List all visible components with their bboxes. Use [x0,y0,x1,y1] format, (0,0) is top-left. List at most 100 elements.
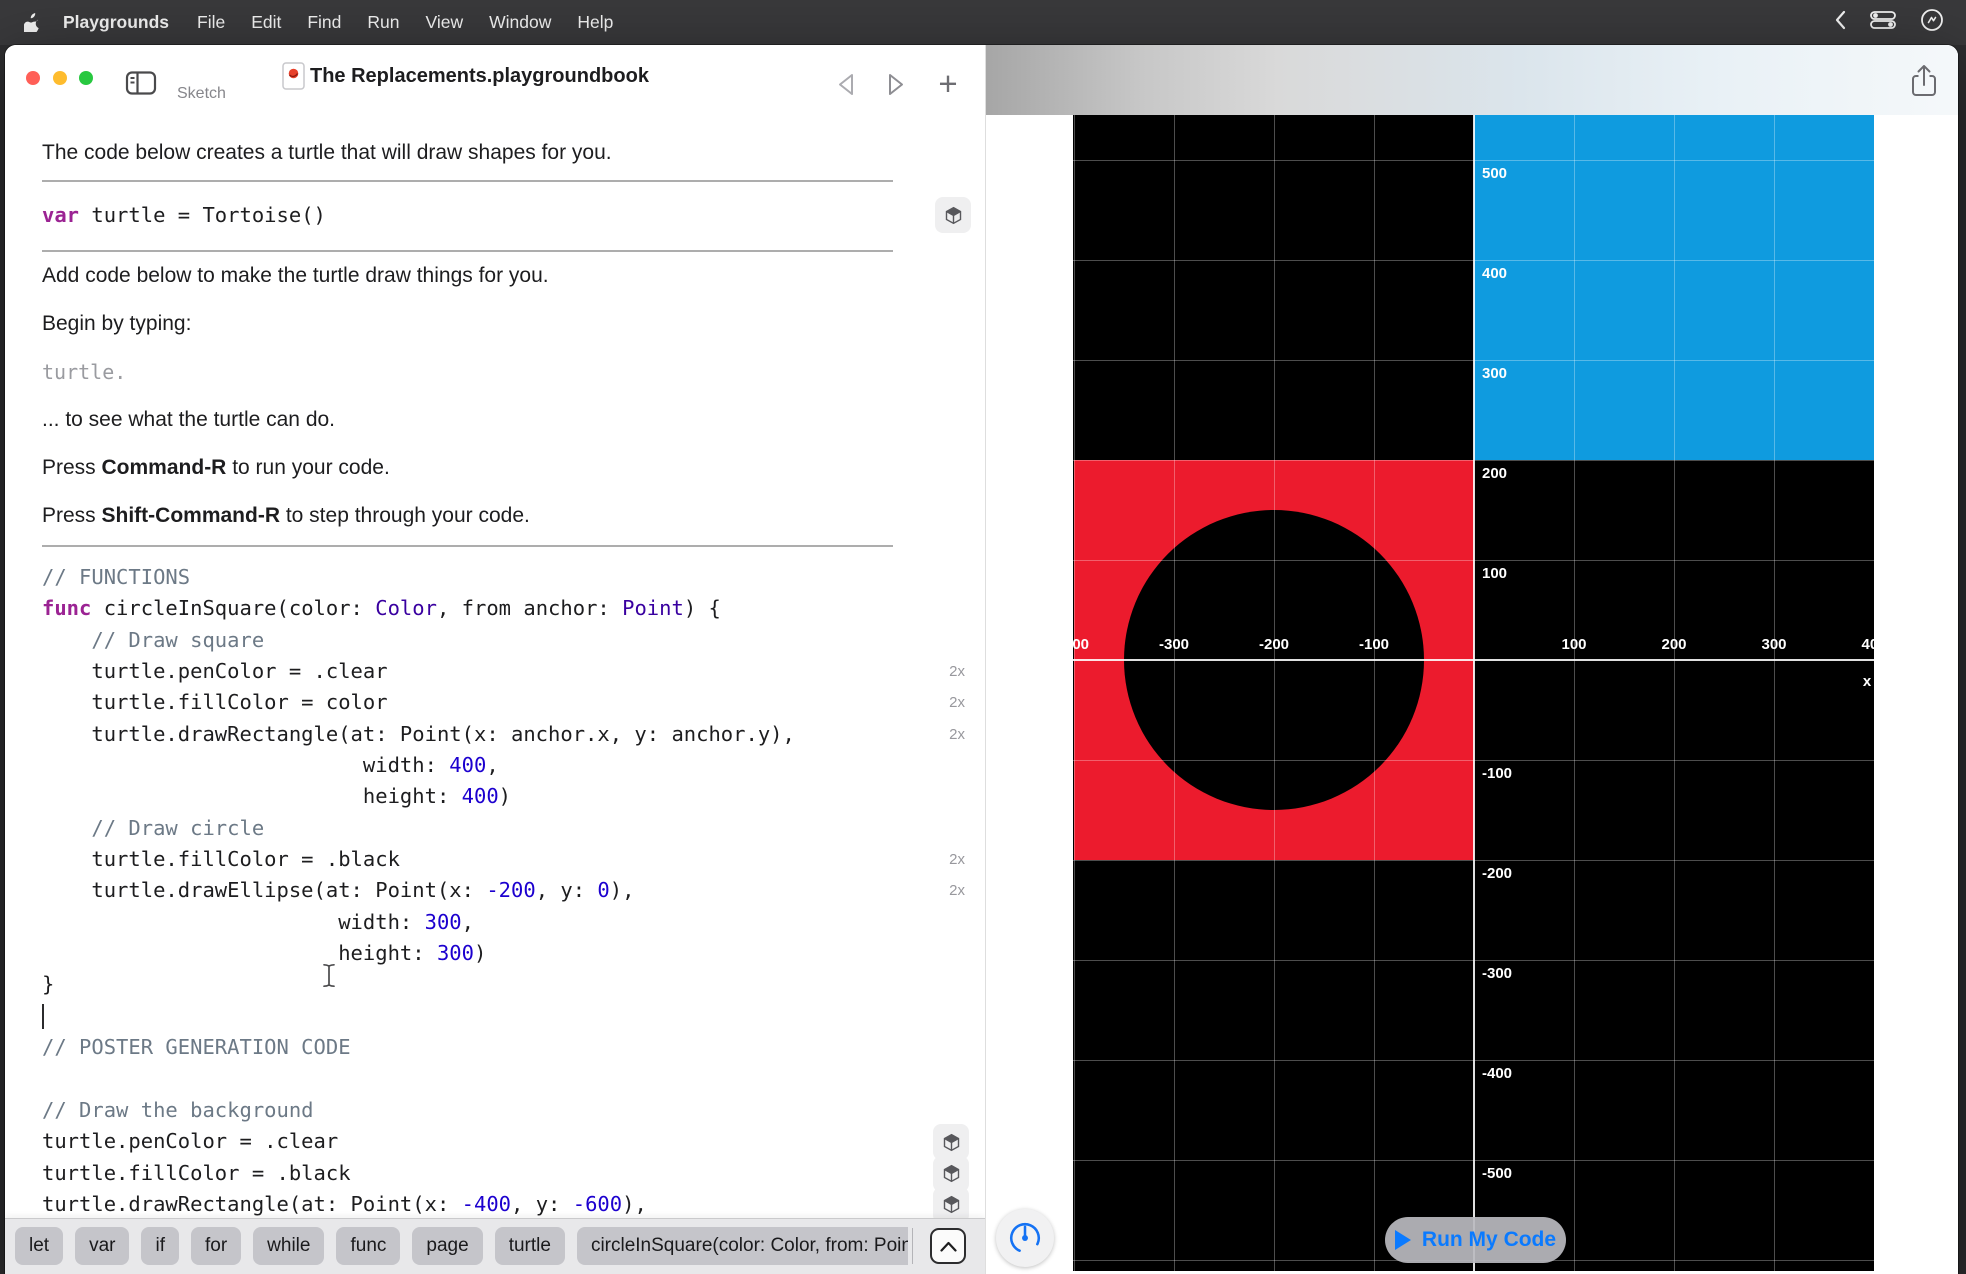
code-token: // Draw square [42,628,264,652]
close-window-button[interactable] [26,71,40,85]
code-cell-var-turtle[interactable]: var turtle = Tortoise() [42,200,965,230]
menu-item-run[interactable]: Run [354,12,412,32]
code-line: // Draw the background [42,1095,965,1126]
code-token: func [42,596,91,620]
playgrounds-window: The Replacements.playgroundbook Sketch +… [5,45,1958,1274]
run-my-code-button[interactable]: Run My Code [1385,1217,1566,1263]
shortcut-while[interactable]: while [253,1227,324,1265]
code-line: turtle.drawRectangle(at: Point(x: anchor… [42,719,965,750]
repeat-count-badge[interactable]: 2x [949,656,965,687]
menu-item-view[interactable]: View [413,12,477,32]
result-viewer-button[interactable] [933,1124,969,1160]
x-tick-label: 400 [1861,636,1874,653]
code-line: turtle.drawRectangle(at: Point(x: -400, … [42,1189,965,1220]
shortcut-func[interactable]: func [336,1227,400,1265]
run-step-button[interactable] [881,70,911,98]
code-token: ) [499,784,511,808]
collapse-shortcuts-button[interactable] [930,1228,966,1264]
menu-items: PlaygroundsFileEditFindRunViewWindowHelp [48,12,626,33]
run-my-code-label: Run My Code [1422,1228,1556,1252]
code-token: ) { [684,596,721,620]
x-tick-label: 300 [1761,636,1786,653]
menu-bar: PlaygroundsFileEditFindRunViewWindowHelp [0,0,1966,45]
gridline-vertical [1574,115,1575,1271]
toggle-sidebar-button[interactable] [125,70,157,96]
shortcut-var[interactable]: var [75,1227,129,1265]
code-token: turtle.fillColor = color [42,690,388,714]
text-caret [42,1004,44,1029]
code-editor[interactable]: // FUNCTIONS func circleInSquare(color: C… [42,562,965,1220]
code-line: // FUNCTIONS [42,562,965,593]
shortcut-turtle[interactable]: turtle [495,1227,565,1265]
y-tick-label: 100 [1482,565,1507,582]
code-line: func circleInSquare(color: Color, from a… [42,593,965,624]
doc-paragraph: Add code below to make the turtle draw t… [42,263,902,289]
y-tick-label: -100 [1482,765,1512,782]
code-token: // FUNCTIONS [42,565,190,589]
code-token: 300 [437,941,474,965]
repeat-count-badge[interactable]: 2x [949,844,965,875]
shortcut-page[interactable]: page [412,1227,482,1265]
code-token: , y: [536,878,598,902]
menu-item-help[interactable]: Help [564,12,626,32]
code-line [42,1064,965,1095]
gridline-horizontal [1073,560,1874,561]
live-view-pane: -400-300-200-100100200300400500400300200… [986,45,1958,1274]
code-shortcut-bar: letvariffor while func page turtle circleInSq… [5,1218,985,1274]
share-icon[interactable] [1906,62,1942,100]
menu-item-file[interactable]: File [184,12,238,32]
assistant-icon[interactable] [1920,8,1944,37]
add-button[interactable]: + [933,70,963,98]
code-line: turtle.fillColor = .black [42,1158,965,1189]
shortcut-if[interactable]: if [141,1227,179,1265]
gridline-vertical [1374,115,1375,1271]
result-viewer-button[interactable] [935,197,971,233]
shortcut-let[interactable]: let [15,1227,63,1265]
chevron-left-icon[interactable] [1834,10,1846,35]
code-token: circleInSquare(color: [91,596,375,620]
gridline-horizontal [1073,760,1874,761]
minimize-window-button[interactable] [53,71,67,85]
apple-logo-icon[interactable] [24,13,40,32]
gridline-vertical [1074,115,1075,1271]
x-axis-line [1073,659,1874,661]
menu-item-find[interactable]: Find [294,12,354,32]
window-subtitle: Sketch [177,85,226,103]
navigate-back-button[interactable] [831,70,861,98]
y-tick-label: 400 [1482,265,1507,282]
doc-paragraph-typing-hint: turtle. [42,359,902,385]
code-token: ), [610,878,635,902]
repeat-count-badge[interactable]: 2x [949,687,965,718]
shortcut-for[interactable]: for [191,1227,241,1265]
repeat-count-badge[interactable]: 2x [949,875,965,906]
code-token: turtle.penColor = .clear [42,659,388,683]
execution-speed-button[interactable] [996,1209,1054,1267]
x-axis-label: x [1863,673,1871,690]
window-title: The Replacements.playgroundbook [310,65,649,88]
code-token: turtle.fillColor = .black [42,1161,351,1185]
code-line: width: 300, [42,907,965,938]
code-token: 300 [425,910,462,934]
ibeam-cursor [322,963,336,993]
code-token: width: [42,910,425,934]
control-center-icon[interactable] [1870,11,1896,34]
menu-item-edit[interactable]: Edit [238,12,294,32]
doc-paragraph: ... to see what the turtle can do. [42,407,902,433]
zoom-window-button[interactable] [79,71,93,85]
code-token: Point [622,596,684,620]
repeat-count-badge[interactable]: 2x [949,719,965,750]
y-tick-label: -300 [1482,965,1512,982]
menu-item-playgrounds[interactable]: Playgrounds [48,12,184,32]
code-line: turtle.penColor = .clear [42,1126,965,1157]
menu-item-window[interactable]: Window [476,12,564,32]
code-token: turtle.drawRectangle(at: Point(x: [42,1192,462,1216]
code-token: ), [622,1192,647,1216]
y-axis-line [1473,115,1475,1271]
code-token: // Draw the background [42,1098,314,1122]
code-token: -600 [573,1192,622,1216]
code-line: turtle.penColor = .clear 2x [42,656,965,687]
turtle-canvas: -400-300-200-100100200300400500400300200… [1073,115,1874,1271]
code-token: height: [42,784,462,808]
shortcut-circleinsquare-color-color-from-point-[interactable]: circleInSquare(color: Color, from: Point… [577,1227,908,1265]
divider [42,545,893,547]
